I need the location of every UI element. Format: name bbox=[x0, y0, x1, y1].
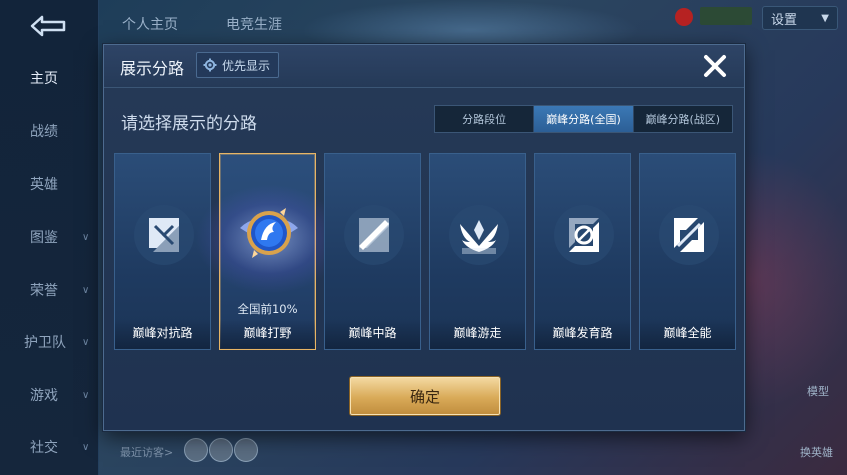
model-button[interactable]: 模型 bbox=[807, 383, 829, 399]
recent-visitors-link[interactable]: 最近访客> bbox=[120, 444, 173, 460]
jungle-emblem-icon bbox=[240, 208, 298, 258]
avatar[interactable] bbox=[234, 438, 258, 462]
all-round-icon bbox=[659, 205, 719, 265]
chevron-down-icon: ∨ bbox=[82, 231, 90, 243]
lane-rank-text: 全国前10% bbox=[237, 302, 298, 316]
lane-card-label: 巅峰对抗路 bbox=[132, 326, 193, 340]
sidebar-item-codex[interactable]: 图鉴 ∨ bbox=[0, 217, 98, 257]
sidebar-item-label: 游戏 bbox=[30, 388, 58, 404]
sidebar-item-label: 荣誉 bbox=[30, 283, 58, 299]
settings-button[interactable]: 设置 ▼ bbox=[762, 6, 838, 30]
select-lane-prompt: 请选择展示的分路 bbox=[121, 114, 257, 134]
chevron-down-icon: ∨ bbox=[82, 441, 90, 453]
tab-peak-lane-region[interactable]: 巅峰分路(战区) bbox=[634, 106, 732, 132]
sidebar-item-record[interactable]: 战绩 bbox=[0, 111, 98, 151]
chevron-down-icon: ∨ bbox=[82, 336, 90, 348]
sidebar-item-label: 主页 bbox=[30, 71, 58, 87]
status-badge bbox=[700, 7, 752, 25]
gear-icon bbox=[203, 58, 217, 72]
tab-peak-lane-national[interactable]: 巅峰分路(全国) bbox=[534, 106, 634, 132]
sidebar-item-label: 战绩 bbox=[30, 124, 58, 140]
priority-display-label: 优先显示 bbox=[222, 58, 271, 73]
confirm-button[interactable]: 确定 bbox=[350, 377, 500, 415]
target-icon bbox=[554, 205, 614, 265]
settings-label: 设置 bbox=[771, 12, 798, 28]
sidebar-item-heroes[interactable]: 英雄 bbox=[0, 164, 98, 204]
lane-card-all-round[interactable]: 巅峰全能 bbox=[639, 153, 736, 350]
mid-lane-icon bbox=[344, 205, 404, 265]
left-sidebar: 主页 战绩 英雄 图鉴 ∨ 荣誉 ∨ 护卫队 ∨ 游戏 ∨ 社交 ∨ bbox=[0, 0, 99, 475]
sidebar-item-social[interactable]: 社交 ∨ bbox=[0, 427, 98, 467]
sidebar-item-guard-team[interactable]: 护卫队 ∨ bbox=[0, 322, 98, 362]
sidebar-item-label: 图鉴 bbox=[30, 230, 58, 246]
caret-down-icon: ▼ bbox=[821, 12, 829, 24]
sidebar-item-label: 社交 bbox=[30, 440, 58, 456]
sidebar-item-home[interactable]: 主页 bbox=[0, 58, 98, 98]
lane-card-label: 巅峰发育路 bbox=[552, 326, 613, 340]
chevron-down-icon: ∨ bbox=[82, 284, 90, 296]
wings-icon bbox=[449, 205, 509, 265]
sidebar-item-label: 英雄 bbox=[30, 177, 58, 193]
lane-card-label: 巅峰游走 bbox=[453, 326, 502, 340]
back-arrow-icon[interactable] bbox=[22, 12, 72, 40]
sidebar-item-label: 护卫队 bbox=[24, 335, 66, 351]
lane-card-list: 巅峰对抗路 全国前10% 巅峰打野 巅峰中路 巅峰游走 巅峰发育路 巅峰全能 bbox=[114, 153, 736, 353]
tab-personal-home[interactable]: 个人主页 bbox=[122, 14, 178, 34]
sidebar-item-honor[interactable]: 荣誉 ∨ bbox=[0, 270, 98, 310]
dialog-header: 展示分路 优先显示 bbox=[104, 45, 744, 88]
sidebar-item-games[interactable]: 游戏 ∨ bbox=[0, 375, 98, 415]
lane-card-label: 巅峰全能 bbox=[663, 326, 712, 340]
avatar[interactable] bbox=[675, 8, 693, 26]
lane-card-mid[interactable]: 巅峰中路 bbox=[324, 153, 421, 350]
change-hero-button[interactable]: 换英雄 bbox=[800, 444, 833, 460]
lane-display-dialog: 展示分路 优先显示 请选择展示的分路 分路段位 巅峰分路(全国) 巅峰分路(战区… bbox=[103, 44, 745, 431]
lane-ranking-tabs: 分路段位 巅峰分路(全国) 巅峰分路(战区) bbox=[434, 105, 733, 133]
close-icon[interactable] bbox=[700, 51, 730, 81]
dialog-title: 展示分路 bbox=[120, 59, 185, 78]
lane-card-jungle[interactable]: 全国前10% 巅峰打野 bbox=[195, 153, 345, 350]
priority-display-button[interactable]: 优先显示 bbox=[196, 52, 280, 78]
tab-lane-rank[interactable]: 分路段位 bbox=[435, 106, 535, 132]
tab-esports-career[interactable]: 电竞生涯 bbox=[226, 14, 282, 34]
lane-card-farm[interactable]: 巅峰发育路 bbox=[534, 153, 631, 350]
avatar[interactable] bbox=[184, 438, 208, 462]
avatar[interactable] bbox=[209, 438, 233, 462]
lane-card-label: 巅峰中路 bbox=[348, 326, 397, 340]
lane-card-roam[interactable]: 巅峰游走 bbox=[429, 153, 526, 350]
chevron-down-icon: ∨ bbox=[82, 389, 90, 401]
lane-card-label: 巅峰打野 bbox=[243, 326, 292, 340]
sword-shield-icon bbox=[134, 205, 194, 265]
